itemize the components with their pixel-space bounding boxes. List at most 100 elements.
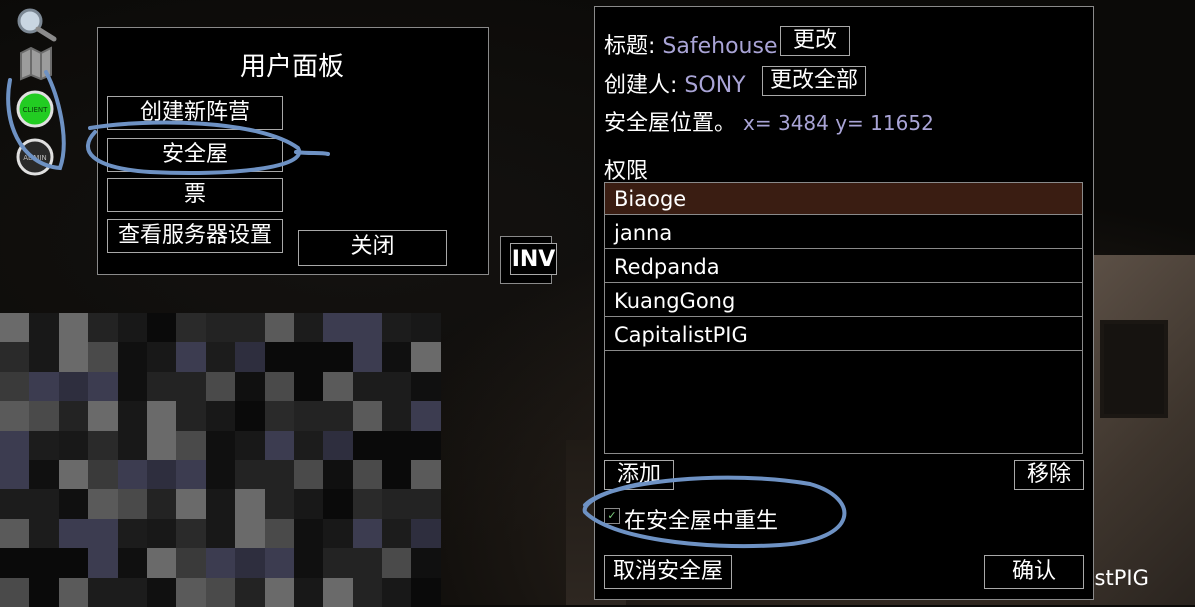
admin-status-icon[interactable]: ADMIN: [16, 138, 54, 180]
mosaic-cell: [235, 577, 265, 607]
mosaic-cell: [29, 548, 59, 578]
mosaic-cell: [146, 313, 177, 343]
mosaic-cell: [323, 518, 353, 549]
mosaic-cell: [411, 577, 441, 607]
remove-button[interactable]: 移除: [1014, 460, 1084, 490]
mosaic-cell: [323, 430, 353, 460]
mosaic-cell: [411, 459, 441, 490]
client-status-icon[interactable]: CLIENT: [16, 90, 54, 132]
mosaic-cell: [117, 459, 147, 490]
confirm-button[interactable]: 确认: [984, 555, 1084, 589]
tickets-button[interactable]: 票: [107, 178, 283, 212]
mosaic-cell: [293, 548, 324, 578]
mosaic-cell: [117, 401, 147, 431]
mosaic-cell: [323, 371, 353, 402]
mosaic-cell: [88, 518, 118, 549]
mosaic-cell: [88, 577, 118, 607]
mosaic-cell: [205, 313, 236, 343]
mosaic-cell: [205, 430, 236, 460]
add-button[interactable]: 添加: [604, 460, 674, 490]
mosaic-cell: [382, 371, 412, 402]
mosaic-cell: [117, 548, 147, 578]
list-item[interactable]: CapitalistPIG: [605, 319, 1082, 351]
mosaic-cell: [117, 577, 147, 607]
mosaic-cell: [58, 577, 89, 607]
mosaic-cell: [352, 489, 383, 519]
magnifier-icon[interactable]: [12, 6, 58, 46]
mosaic-cell: [146, 489, 177, 519]
create-faction-button[interactable]: 创建新阵营: [107, 96, 283, 130]
respawn-checkbox[interactable]: ✓: [604, 508, 620, 524]
mosaic-cell: [88, 371, 118, 402]
mosaic-cell: [235, 342, 265, 372]
mosaic-cell: [88, 548, 118, 578]
list-item[interactable]: Biaoge: [605, 183, 1082, 215]
mosaic-cell: [323, 313, 353, 343]
inventory-button[interactable]: INV: [510, 243, 557, 275]
mosaic-cell: [411, 401, 441, 431]
mosaic-cell: [117, 313, 147, 343]
mosaic-cell: [235, 548, 265, 578]
mosaic-cell: [382, 342, 412, 372]
cancel-safehouse-button[interactable]: 取消安全屋: [604, 555, 732, 589]
change-all-button[interactable]: 更改全部: [762, 66, 866, 96]
list-item[interactable]: Redpanda: [605, 251, 1082, 283]
server-settings-button[interactable]: 查看服务器设置: [107, 219, 283, 253]
mosaic-cell: [88, 430, 118, 460]
mosaic-cell: [0, 401, 30, 431]
mosaic-cell: [293, 459, 324, 490]
safehouse-button[interactable]: 安全屋: [107, 138, 283, 172]
mosaic-cell: [293, 401, 324, 431]
title-label: 标题:: [604, 34, 656, 59]
mosaic-cell: [264, 459, 294, 490]
mosaic-cell: [0, 548, 30, 578]
mosaic-cell: [58, 518, 89, 549]
mosaic-cell: [293, 430, 324, 460]
mosaic-cell: [382, 489, 412, 519]
mosaic-cell: [176, 489, 206, 519]
user-panel-title: 用户面板: [239, 52, 344, 82]
mosaic-cell: [235, 430, 265, 460]
mosaic-cell: [0, 342, 30, 372]
mosaic-cell: [29, 401, 59, 431]
mosaic-cell: [176, 518, 206, 549]
mosaic-cell: [264, 313, 294, 343]
creator-row: 创建人: SONY: [604, 67, 746, 99]
mosaic-cell: [205, 518, 236, 549]
creator-value: SONY: [684, 73, 746, 98]
mosaic-cell: [176, 313, 206, 343]
permissions-list[interactable]: Biaoge janna Redpanda KuangGong Capitali…: [604, 182, 1083, 454]
list-item[interactable]: KuangGong: [605, 285, 1082, 317]
mosaic-cell: [29, 430, 59, 460]
mosaic-cell: [205, 401, 236, 431]
change-title-button[interactable]: 更改: [780, 26, 850, 56]
mosaic-cell: [382, 548, 412, 578]
mosaic-cell: [146, 401, 177, 431]
map-icon[interactable]: [18, 45, 54, 85]
mosaic-cell: [382, 518, 412, 549]
mosaic-cell: [29, 371, 59, 402]
mosaic-cell: [264, 342, 294, 372]
mosaic-cell: [293, 313, 324, 343]
mosaic-cell: [264, 489, 294, 519]
list-item[interactable]: janna: [605, 217, 1082, 249]
mosaic-cell: [117, 489, 147, 519]
close-button[interactable]: 关闭: [298, 230, 447, 266]
mosaic-cell: [293, 577, 324, 607]
mosaic-cell: [176, 577, 206, 607]
mosaic-cell: [146, 459, 177, 490]
title-row: 标题: Safehouse: [604, 28, 778, 60]
mosaic-cell: [88, 313, 118, 343]
mosaic-cell: [0, 459, 30, 490]
mosaic-cell: [58, 548, 89, 578]
mosaic-cell: [88, 401, 118, 431]
mosaic-cell: [146, 518, 177, 549]
mosaic-cell: [323, 548, 353, 578]
mosaic-cell: [293, 518, 324, 549]
mosaic-cell: [58, 459, 89, 490]
mosaic-cell: [176, 430, 206, 460]
mosaic-cell: [205, 489, 236, 519]
mosaic-cell: [58, 401, 89, 431]
mosaic-cell: [264, 577, 294, 607]
mosaic-cell: [29, 459, 59, 490]
